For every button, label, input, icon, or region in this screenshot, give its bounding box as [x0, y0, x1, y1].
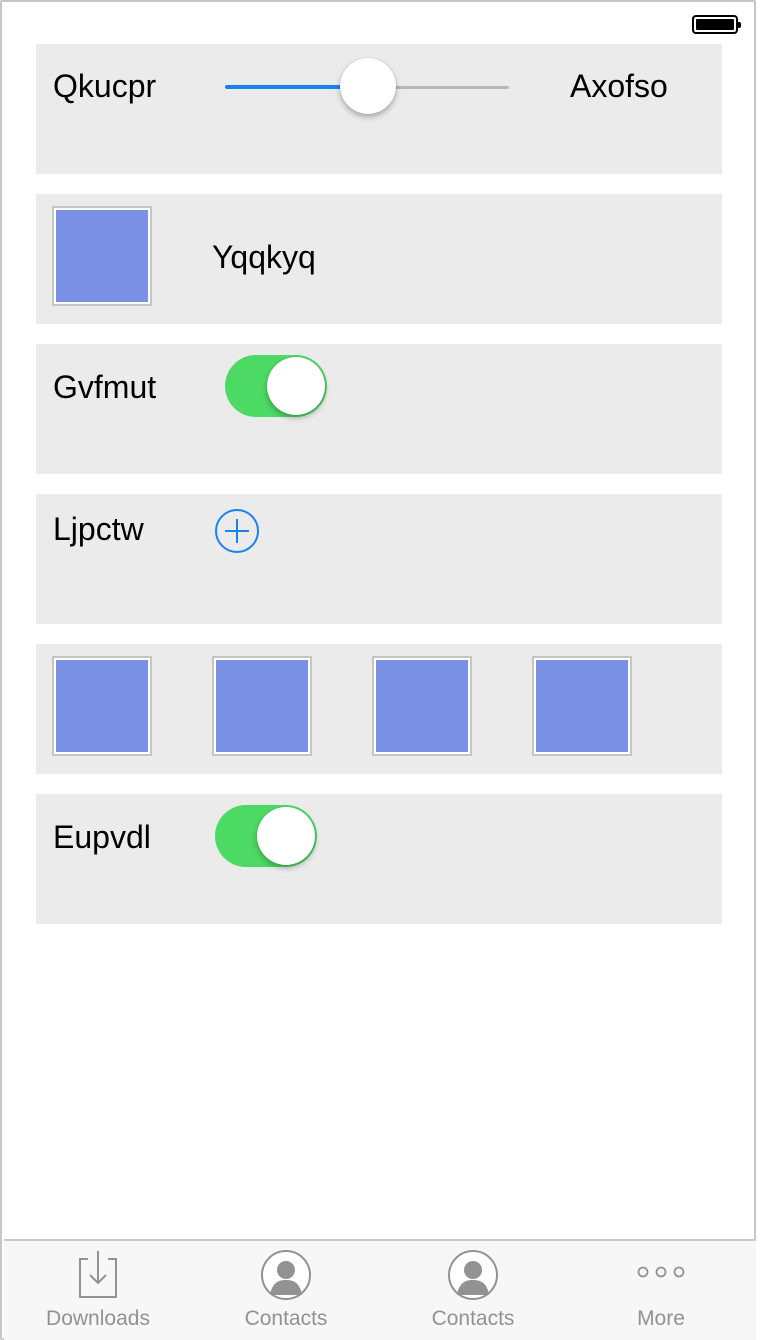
tab-more-label: More [637, 1307, 685, 1330]
image-thumbnail[interactable] [532, 656, 632, 756]
tab-downloads[interactable]: Downloads [4, 1241, 192, 1340]
slider-row: Qkucpr Axofso [36, 44, 722, 174]
add-row-label: Ljpctw [53, 511, 144, 547]
image-thumbnail[interactable] [52, 656, 152, 756]
add-circle-icon[interactable] [214, 508, 260, 554]
tab-bar: Downloads Contacts Contacts More [4, 1239, 756, 1340]
image-row: Yqqkyq [36, 194, 722, 324]
image-thumbnail[interactable] [372, 656, 472, 756]
toggle-switch-2[interactable] [215, 805, 317, 867]
slider-thumb[interactable] [340, 58, 396, 114]
switch-2-label: Eupvdl [53, 819, 151, 855]
tab-contacts-1-label: Contacts [244, 1307, 328, 1330]
contact-silhouette-icon [260, 1249, 312, 1306]
toggle-switch-1[interactable] [225, 355, 327, 417]
image-thumbnail[interactable] [52, 206, 152, 306]
tab-more[interactable]: More [567, 1241, 755, 1340]
image-grid-row [36, 644, 722, 774]
tab-contacts-2-label: Contacts [431, 1307, 515, 1330]
download-tray-icon [76, 1249, 120, 1304]
add-row: Ljpctw [36, 494, 722, 624]
battery-icon [692, 15, 741, 34]
contact-silhouette-icon [447, 1249, 499, 1306]
app-window: Qkucpr Axofso Yqqkyq Gvfmut Ljpctw Eupvd… [0, 0, 756, 1340]
switch-row-1: Gvfmut [36, 344, 722, 474]
tab-contacts-2[interactable]: Contacts [379, 1241, 567, 1340]
tab-contacts-1[interactable]: Contacts [192, 1241, 380, 1340]
image-row-label: Yqqkyq [212, 239, 316, 275]
slider-min-label: Qkucpr [53, 68, 157, 104]
switch-row-2: Eupvdl [36, 794, 722, 924]
slider-max-label: Axofso [570, 68, 668, 104]
more-dots-icon [636, 1265, 686, 1284]
tab-downloads-label: Downloads [46, 1307, 150, 1330]
image-thumbnail[interactable] [212, 656, 312, 756]
switch-1-label: Gvfmut [53, 369, 157, 405]
